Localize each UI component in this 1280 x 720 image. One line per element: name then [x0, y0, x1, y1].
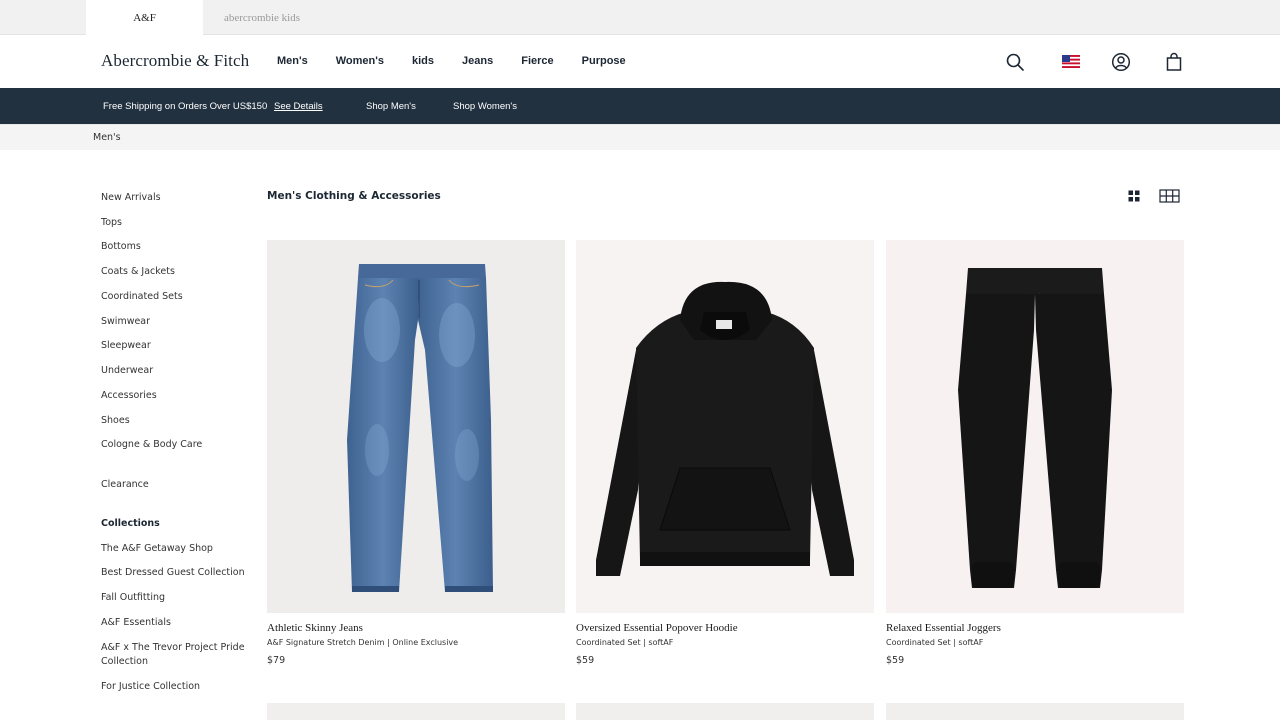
nav-womens[interactable]: Women's — [336, 55, 384, 67]
account-icon[interactable] — [1111, 52, 1131, 72]
sidebar-item-trevor-project-pride-line2[interactable]: Collection — [101, 655, 148, 669]
brand-tab-kids[interactable]: abercrombie kids — [203, 0, 321, 35]
site-header: Abercrombie & Fitch Men's Women's kids J… — [0, 35, 1280, 88]
sidebar-item-best-dressed-guest[interactable]: Best Dressed Guest Collection — [101, 566, 245, 580]
product-price: $79 — [267, 655, 286, 666]
free-shipping-text: Free Shipping on Orders Over US$150 — [103, 101, 268, 112]
page-title: Men's Clothing & Accessories — [267, 190, 441, 202]
product-name[interactable]: Oversized Essential Popover Hoodie — [576, 622, 874, 634]
sidebar-item-swimwear[interactable]: Swimwear — [101, 315, 150, 329]
shop-mens-link[interactable]: Shop Men's — [366, 101, 416, 112]
product-image-joggers[interactable] — [886, 240, 1184, 613]
product-price: $59 — [886, 655, 905, 666]
sidebar-item-fall-outfitting[interactable]: Fall Outfitting — [101, 591, 165, 605]
grid-view-large-icon[interactable] — [1127, 189, 1141, 203]
brand-tab-af[interactable]: A&F — [86, 0, 203, 36]
sidebar-item-coats-jackets[interactable]: Coats & Jackets — [101, 265, 175, 279]
product-price: $59 — [576, 655, 595, 666]
site-logo[interactable]: Abercrombie & Fitch — [101, 51, 249, 71]
product-card-peek[interactable] — [886, 703, 1184, 720]
main-nav: Men's Women's kids Jeans Fierce Purpose — [277, 55, 654, 67]
grid-view-small-icon[interactable] — [1159, 189, 1180, 203]
sidebar-item-for-justice[interactable]: For Justice Collection — [101, 680, 200, 694]
nav-kids[interactable]: kids — [412, 55, 434, 67]
sidebar-item-accessories[interactable]: Accessories — [101, 389, 157, 403]
nav-mens[interactable]: Men's — [277, 55, 308, 67]
nav-purpose[interactable]: Purpose — [582, 55, 626, 67]
sidebar-item-trevor-project-pride[interactable]: A&F x The Trevor Project Pride — [101, 641, 245, 655]
product-card[interactable]: Oversized Essential Popover Hoodie Coord… — [576, 240, 874, 666]
product-name[interactable]: Relaxed Essential Joggers — [886, 622, 1184, 634]
us-flag-icon[interactable] — [1062, 55, 1080, 68]
promo-bar: Free Shipping on Orders Over US$150 See … — [0, 88, 1280, 124]
product-subtitle: A&F Signature Stretch Denim | Online Exc… — [267, 638, 459, 647]
sidebar-item-tops[interactable]: Tops — [101, 216, 122, 230]
product-card-peek[interactable] — [267, 703, 565, 720]
sidebar-item-clearance[interactable]: Clearance — [101, 478, 149, 492]
breadcrumb: Men's — [0, 124, 1280, 150]
product-image-jeans[interactable] — [267, 240, 565, 613]
sidebar-item-new-arrivals[interactable]: New Arrivals — [101, 191, 161, 205]
sidebar-item-underwear[interactable]: Underwear — [101, 364, 153, 378]
hoodie-image — [596, 281, 854, 576]
product-card-peek[interactable] — [576, 703, 874, 720]
search-icon[interactable] — [1005, 52, 1025, 72]
product-subtitle: Coordinated Set | softAF — [576, 638, 674, 647]
sidebar-item-sleepwear[interactable]: Sleepwear — [101, 339, 151, 353]
shopping-bag-icon[interactable] — [1164, 52, 1184, 72]
product-image-hoodie[interactable] — [576, 240, 874, 613]
breadcrumb-mens[interactable]: Men's — [93, 132, 121, 143]
nav-fierce[interactable]: Fierce — [521, 55, 553, 67]
jeans-image — [347, 264, 493, 592]
sidebar-item-cologne-body-care[interactable]: Cologne & Body Care — [101, 438, 202, 452]
sidebar-item-bottoms[interactable]: Bottoms — [101, 240, 141, 254]
sidebar-item-getaway-shop[interactable]: The A&F Getaway Shop — [101, 542, 213, 556]
sidebar-item-shoes[interactable]: Shoes — [101, 414, 130, 428]
see-details-link[interactable]: See Details — [274, 101, 323, 112]
product-card[interactable]: Athletic Skinny Jeans A&F Signature Stre… — [267, 240, 565, 666]
brand-tabs-bar: A&F abercrombie kids — [0, 0, 1280, 36]
product-subtitle: Coordinated Set | softAF — [886, 638, 984, 647]
collections-heading: Collections — [101, 518, 160, 529]
sidebar-item-af-essentials[interactable]: A&F Essentials — [101, 616, 171, 630]
sidebar-item-coordinated-sets[interactable]: Coordinated Sets — [101, 290, 183, 304]
shop-womens-link[interactable]: Shop Women's — [453, 101, 517, 112]
nav-jeans[interactable]: Jeans — [462, 55, 493, 67]
product-name[interactable]: Athletic Skinny Jeans — [267, 622, 565, 634]
product-card[interactable]: Relaxed Essential Joggers Coordinated Se… — [886, 240, 1184, 666]
joggers-image — [958, 268, 1112, 588]
